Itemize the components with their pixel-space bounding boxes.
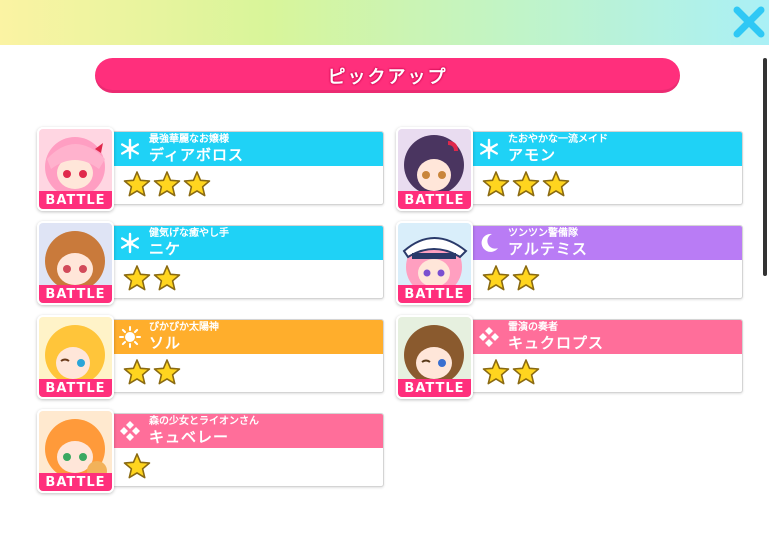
unit-info-panel: 雷演の奏者 キュクロプス [469, 319, 743, 393]
star-icon [153, 171, 181, 197]
unit-portrait: BATTLE [37, 409, 114, 493]
unit-epithet: 健気げな癒やし手 [149, 228, 229, 239]
unit-header: 健気げな癒やし手 ニケ [111, 226, 383, 260]
star-icon [482, 359, 510, 385]
unit-card-cybele[interactable]: 森の少女とライオンさん キュベレー BATTLE [37, 409, 385, 493]
unit-name: ニケ [149, 240, 182, 258]
close-button[interactable] [729, 2, 769, 42]
star-icon [512, 171, 540, 197]
unit-name: アルテミス [508, 240, 588, 258]
rarity-stars [123, 451, 151, 481]
unit-card-cyclops[interactable]: 雷演の奏者 キュクロプス BATTLE [396, 315, 744, 399]
unit-name: アモン [508, 146, 557, 164]
unit-name: ディアボロス [149, 146, 244, 164]
attribute-diamond [111, 414, 149, 448]
unit-epithet: 森の少女とライオンさん [149, 416, 259, 427]
attribute-snowflake [470, 132, 508, 166]
unit-name: ソル [149, 334, 182, 352]
unit-info-panel: 健気げな癒やし手 ニケ [110, 225, 384, 299]
unit-epithet: たおやかな一流メイド [508, 134, 608, 145]
unit-portrait: BATTLE [37, 127, 114, 211]
star-icon [153, 265, 181, 291]
unit-info-panel: ツンツン警備隊 アルテミス [469, 225, 743, 299]
unit-info-panel: たおやかな一流メイド アモン [469, 131, 743, 205]
unit-portrait: BATTLE [396, 315, 473, 399]
battle-badge: BATTLE [398, 191, 471, 209]
unit-portrait: BATTLE [396, 221, 473, 305]
star-icon [512, 265, 540, 291]
unit-info-panel: ぴかぴか太陽神 ソル [110, 319, 384, 393]
rarity-stars [123, 263, 181, 293]
star-icon [123, 453, 151, 479]
unit-epithet: ぴかぴか太陽神 [149, 322, 219, 333]
unit-portrait: BATTLE [37, 221, 114, 305]
top-bar [0, 0, 769, 45]
battle-badge: BATTLE [398, 379, 471, 397]
star-icon [542, 171, 570, 197]
diamond-icon [479, 327, 499, 347]
unit-header: 雷演の奏者 キュクロプス [470, 320, 742, 354]
unit-header: 最強華麗なお嬢様 ディアボロス [111, 132, 383, 166]
unit-header: ツンツン警備隊 アルテミス [470, 226, 742, 260]
scrollbar[interactable] [763, 58, 767, 276]
battle-badge: BATTLE [398, 285, 471, 303]
rarity-stars [482, 357, 540, 387]
attribute-snowflake [111, 226, 149, 260]
unit-header: 森の少女とライオンさん キュベレー [111, 414, 383, 448]
star-icon [153, 359, 181, 385]
unit-header: たおやかな一流メイド アモン [470, 132, 742, 166]
star-icon [482, 171, 510, 197]
moon-icon [481, 233, 498, 252]
page-title: ピックアップ [327, 66, 448, 88]
attribute-sun [111, 320, 149, 354]
rarity-stars [123, 357, 181, 387]
unit-info-panel: 最強華麗なお嬢様 ディアボロス [110, 131, 384, 205]
unit-portrait: BATTLE [37, 315, 114, 399]
snowflake-icon [480, 138, 498, 160]
unit-header: ぴかぴか太陽神 ソル [111, 320, 383, 354]
star-icon [123, 171, 151, 197]
rarity-stars [123, 169, 211, 199]
star-icon [123, 359, 151, 385]
snowflake-icon [121, 138, 139, 160]
star-icon [512, 359, 540, 385]
unit-name: キュベレー [149, 428, 230, 446]
unit-name: キュクロプス [508, 334, 605, 352]
star-icon [123, 265, 151, 291]
sun-icon [119, 326, 141, 348]
unit-card-sol[interactable]: ぴかぴか太陽神 ソル BATTLE [37, 315, 385, 399]
battle-badge: BATTLE [39, 285, 112, 303]
battle-badge: BATTLE [39, 379, 112, 397]
unit-epithet: ツンツン警備隊 [508, 228, 578, 239]
star-icon [482, 265, 510, 291]
rarity-stars [482, 169, 570, 199]
unit-card-diabolos[interactable]: 最強華麗なお嬢様 ディアボロス BATTLE [37, 127, 385, 211]
unit-card-artemis[interactable]: ツンツン警備隊 アルテミス BATTLE [396, 221, 744, 305]
snowflake-icon [121, 232, 139, 254]
battle-badge: BATTLE [39, 473, 112, 491]
battle-badge: BATTLE [39, 191, 112, 209]
unit-card-amon[interactable]: たおやかな一流メイド アモン BATTLE [396, 127, 744, 211]
attribute-snowflake [111, 132, 149, 166]
unit-epithet: 雷演の奏者 [508, 322, 558, 333]
star-icon [183, 171, 211, 197]
unit-card-nike[interactable]: 健気げな癒やし手 ニケ BATTLE [37, 221, 385, 305]
unit-portrait: BATTLE [396, 127, 473, 211]
unit-epithet: 最強華麗なお嬢様 [149, 134, 229, 145]
diamond-icon [120, 421, 140, 441]
unit-info-panel: 森の少女とライオンさん キュベレー [110, 413, 384, 487]
rarity-stars [482, 263, 540, 293]
pickup-title-banner: ピックアップ [95, 58, 680, 93]
attribute-diamond [470, 320, 508, 354]
attribute-moon [470, 226, 508, 260]
close-x-icon [733, 6, 765, 38]
